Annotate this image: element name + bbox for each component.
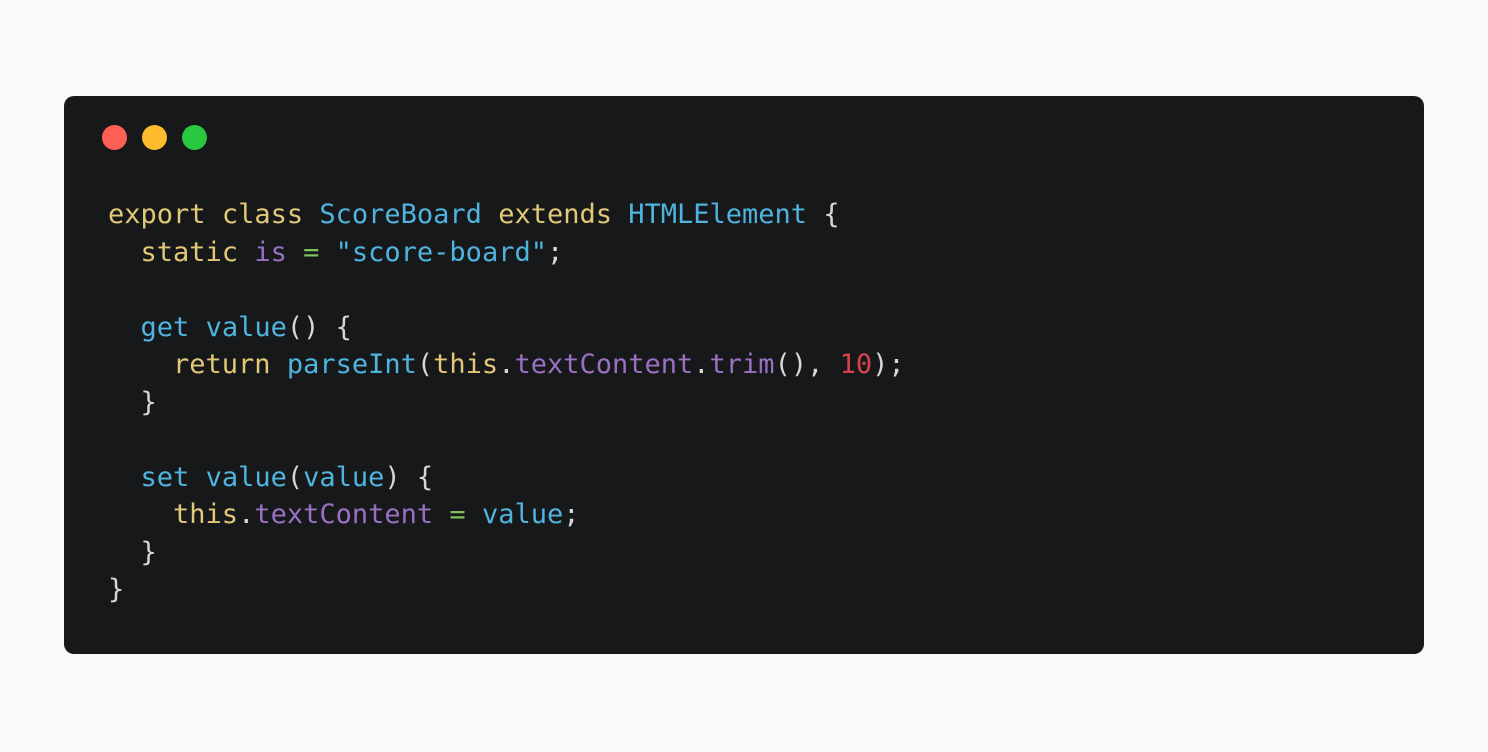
- code-token: export: [108, 199, 206, 230]
- code-token: value: [481, 499, 564, 530]
- code-token: () {: [286, 311, 352, 343]
- code-token: HTMLElement: [628, 199, 808, 230]
- code-line: }: [108, 384, 905, 422]
- code-token: 10: [839, 349, 873, 380]
- code-line: set value(value) {: [108, 459, 905, 497]
- code-token: {: [807, 199, 840, 230]
- code-token: class: [221, 199, 304, 230]
- code-token: .: [498, 349, 515, 380]
- code-token: .: [238, 499, 255, 530]
- code-token: ) {: [384, 461, 434, 493]
- minimize-dot-icon[interactable]: [142, 125, 167, 150]
- code-token: (: [286, 461, 304, 493]
- code-line: static is = "score-board";: [108, 234, 905, 272]
- code-line: }: [108, 534, 905, 572]
- code-line: this.textContent = value;: [108, 496, 905, 534]
- code-line: return parseInt(this.textContent.trim(),…: [108, 346, 905, 384]
- code-token: ;: [546, 236, 564, 268]
- code-line: get value() {: [108, 309, 905, 347]
- code-token: static: [140, 236, 239, 268]
- code-token: this: [173, 499, 239, 530]
- code-token: this: [433, 349, 499, 380]
- code-line: export class ScoreBoard extends HTMLElem…: [108, 196, 905, 234]
- code-token: ScoreBoard: [319, 199, 482, 230]
- code-token: set: [140, 461, 190, 493]
- close-dot-icon[interactable]: [102, 125, 127, 150]
- code-line: }: [108, 571, 905, 609]
- code-token: return: [173, 349, 271, 380]
- maximize-dot-icon[interactable]: [182, 125, 207, 150]
- code-token: "score-board": [335, 236, 547, 268]
- code-token: textContent: [254, 499, 434, 530]
- code-token: (: [416, 349, 434, 380]
- code-token: value: [205, 461, 287, 493]
- code-token: value: [205, 311, 287, 343]
- code-token: value: [303, 461, 385, 493]
- code-token: is: [254, 236, 287, 268]
- code-token: =: [303, 236, 320, 268]
- code-window: export class ScoreBoard extends HTMLElem…: [64, 96, 1424, 654]
- code-token: textContent: [514, 349, 694, 380]
- code-token: (),: [774, 349, 840, 380]
- code-token: =: [449, 499, 466, 530]
- code-token: }: [108, 574, 125, 605]
- code-block: export class ScoreBoard extends HTMLElem…: [108, 196, 905, 609]
- code-token: trim: [709, 349, 775, 380]
- code-token: get: [140, 311, 190, 343]
- code-token: }: [108, 386, 157, 418]
- code-token: }: [108, 536, 157, 568]
- code-token: extends: [498, 199, 612, 230]
- code-token: .: [693, 349, 710, 380]
- code-token: parseInt: [286, 349, 417, 380]
- code-token: );: [872, 349, 905, 380]
- code-token: ;: [563, 499, 580, 530]
